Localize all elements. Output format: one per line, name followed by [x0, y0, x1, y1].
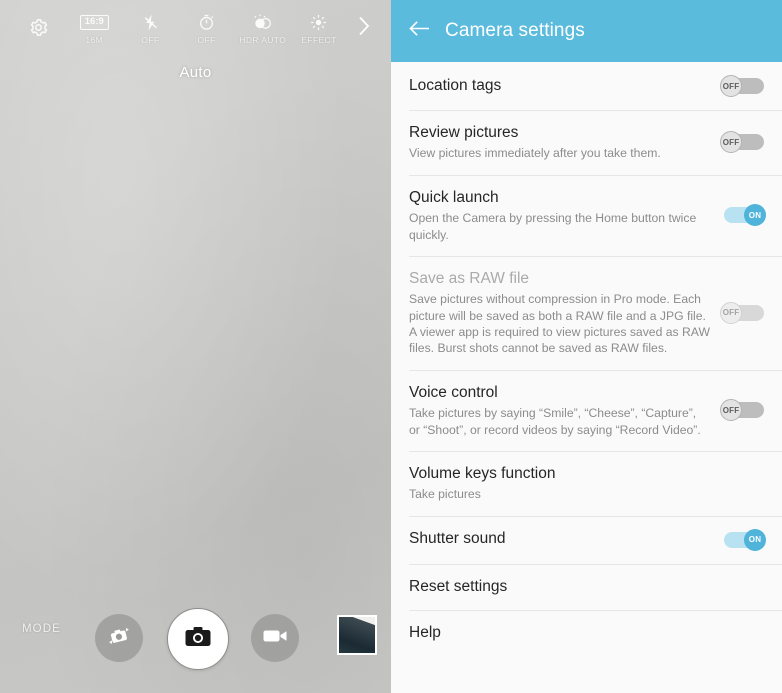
video-record-button[interactable]	[251, 614, 299, 662]
timer-button[interactable]: OFF	[179, 12, 235, 45]
row-text: Save as RAW file Save pictures without c…	[409, 269, 720, 357]
camera-viewfinder-pane: 16:9 16M OFF OFF HDR AUTO EFFECT Auto MO…	[0, 0, 391, 693]
back-arrow-icon	[408, 19, 431, 43]
timer-label: OFF	[197, 34, 216, 45]
hdr-label: HDR AUTO	[239, 34, 287, 45]
toggle-voice-control[interactable]: OFF	[720, 399, 766, 422]
setting-row-shutter-sound[interactable]: Shutter sound ON	[391, 515, 782, 564]
aspect-ratio-label: 16M	[85, 34, 104, 45]
page-title: Camera settings	[445, 20, 585, 41]
mode-button[interactable]: MODE	[22, 623, 61, 635]
settings-header: Camera settings	[391, 0, 782, 62]
toggle-location-tags[interactable]: OFF	[720, 75, 766, 97]
aspect-ratio-button[interactable]: 16:9 16M	[66, 12, 122, 45]
row-text: Shutter sound	[409, 529, 720, 549]
flash-button[interactable]: OFF	[122, 12, 178, 45]
camera-settings-pane: Camera settings Location tags OFF Review…	[391, 0, 782, 693]
toggle-knob: OFF	[720, 399, 742, 422]
camera-bottom-bar: MODE	[0, 590, 391, 693]
row-text: Review pictures View pictures immediatel…	[409, 123, 720, 162]
row-text: Reset settings	[409, 577, 766, 597]
hdr-button[interactable]: HDR AUTO	[235, 12, 291, 45]
row-text: Location tags	[409, 76, 720, 96]
toggle-review-pictures[interactable]: OFF	[720, 131, 766, 154]
toggle-knob: ON	[744, 528, 766, 551]
switch-camera-button[interactable]	[95, 614, 143, 662]
toggle-knob: OFF	[720, 131, 742, 154]
setting-description: Take pictures by saying “Smile”, “Cheese…	[409, 406, 701, 437]
setting-title: Quick launch	[409, 188, 499, 206]
setting-description: Open the Camera by pressing the Home but…	[409, 211, 697, 242]
setting-description: Save pictures without compression in Pro…	[409, 292, 710, 356]
shutter-button[interactable]	[167, 608, 229, 670]
toggle-knob: ON	[744, 204, 766, 227]
setting-row-help[interactable]: Help	[391, 610, 782, 656]
timer-icon	[197, 12, 216, 34]
effect-label: EFFECT	[301, 34, 337, 45]
toggle-knob: OFF	[720, 75, 742, 97]
toolbar-more-button[interactable]	[347, 13, 381, 44]
setting-row-reset-settings[interactable]: Reset settings	[391, 563, 782, 610]
aspect-ratio-icon: 16:9	[79, 12, 109, 34]
camera-top-toolbar: 16:9 16M OFF OFF HDR AUTO EFFECT	[0, 0, 391, 56]
row-text: Voice control Take pictures by saying “S…	[409, 383, 720, 438]
setting-title: Voice control	[409, 383, 498, 401]
setting-row-voice-control[interactable]: Voice control Take pictures by saying “S…	[391, 369, 782, 451]
setting-row-review-pictures[interactable]: Review pictures View pictures immediatel…	[391, 110, 782, 175]
setting-row-quick-launch[interactable]: Quick launch Open the Camera by pressing…	[391, 174, 782, 256]
gallery-thumbnail-button[interactable]	[337, 615, 377, 655]
toggle-save-as-raw-file[interactable]: OFF	[720, 301, 766, 324]
setting-title: Location tags	[409, 76, 502, 94]
setting-title: Help	[409, 624, 441, 642]
setting-title: Volume keys function	[409, 464, 556, 482]
setting-title: Review pictures	[409, 124, 519, 141]
app-screen: 16:9 16M OFF OFF HDR AUTO EFFECT Auto MO…	[0, 0, 782, 693]
setting-title: Shutter sound	[409, 530, 506, 548]
setting-title: Reset settings	[409, 577, 508, 595]
settings-gear-button[interactable]	[10, 17, 66, 40]
switch-camera-icon	[106, 624, 132, 653]
toggle-quick-launch[interactable]: ON	[720, 204, 766, 227]
effect-button[interactable]: EFFECT	[291, 12, 347, 45]
toggle-shutter-sound[interactable]: ON	[720, 528, 766, 551]
flash-label: OFF	[141, 34, 160, 45]
effect-icon	[309, 12, 328, 34]
settings-list: Location tags OFF Review pictures View p…	[391, 62, 782, 657]
hdr-icon	[252, 12, 274, 34]
settings-gear-icon	[28, 17, 49, 39]
setting-title: Save as RAW file	[409, 269, 530, 287]
camera-shutter-icon	[184, 625, 212, 654]
gallery-thumbnail	[339, 617, 375, 653]
setting-row-save-as-raw-file[interactable]: Save as RAW file Save pictures without c…	[391, 255, 782, 370]
row-text: Quick launch Open the Camera by pressing…	[409, 188, 720, 243]
setting-row-volume-keys-function[interactable]: Volume keys function Take pictures	[391, 450, 782, 516]
flash-off-icon	[141, 12, 160, 34]
setting-row-location-tags[interactable]: Location tags OFF	[391, 62, 782, 110]
row-text: Help	[409, 623, 766, 643]
video-camera-icon	[262, 627, 288, 650]
setting-description: View pictures immediately after you take…	[409, 146, 661, 161]
row-text: Volume keys function Take pictures	[409, 464, 766, 503]
aspect-ratio-value: 16:9	[79, 15, 109, 30]
chevron-right-icon	[354, 13, 374, 44]
camera-mode-label: Auto	[179, 64, 212, 81]
toggle-knob: OFF	[720, 301, 742, 324]
back-button[interactable]	[407, 19, 431, 43]
setting-description: Take pictures	[409, 487, 481, 502]
